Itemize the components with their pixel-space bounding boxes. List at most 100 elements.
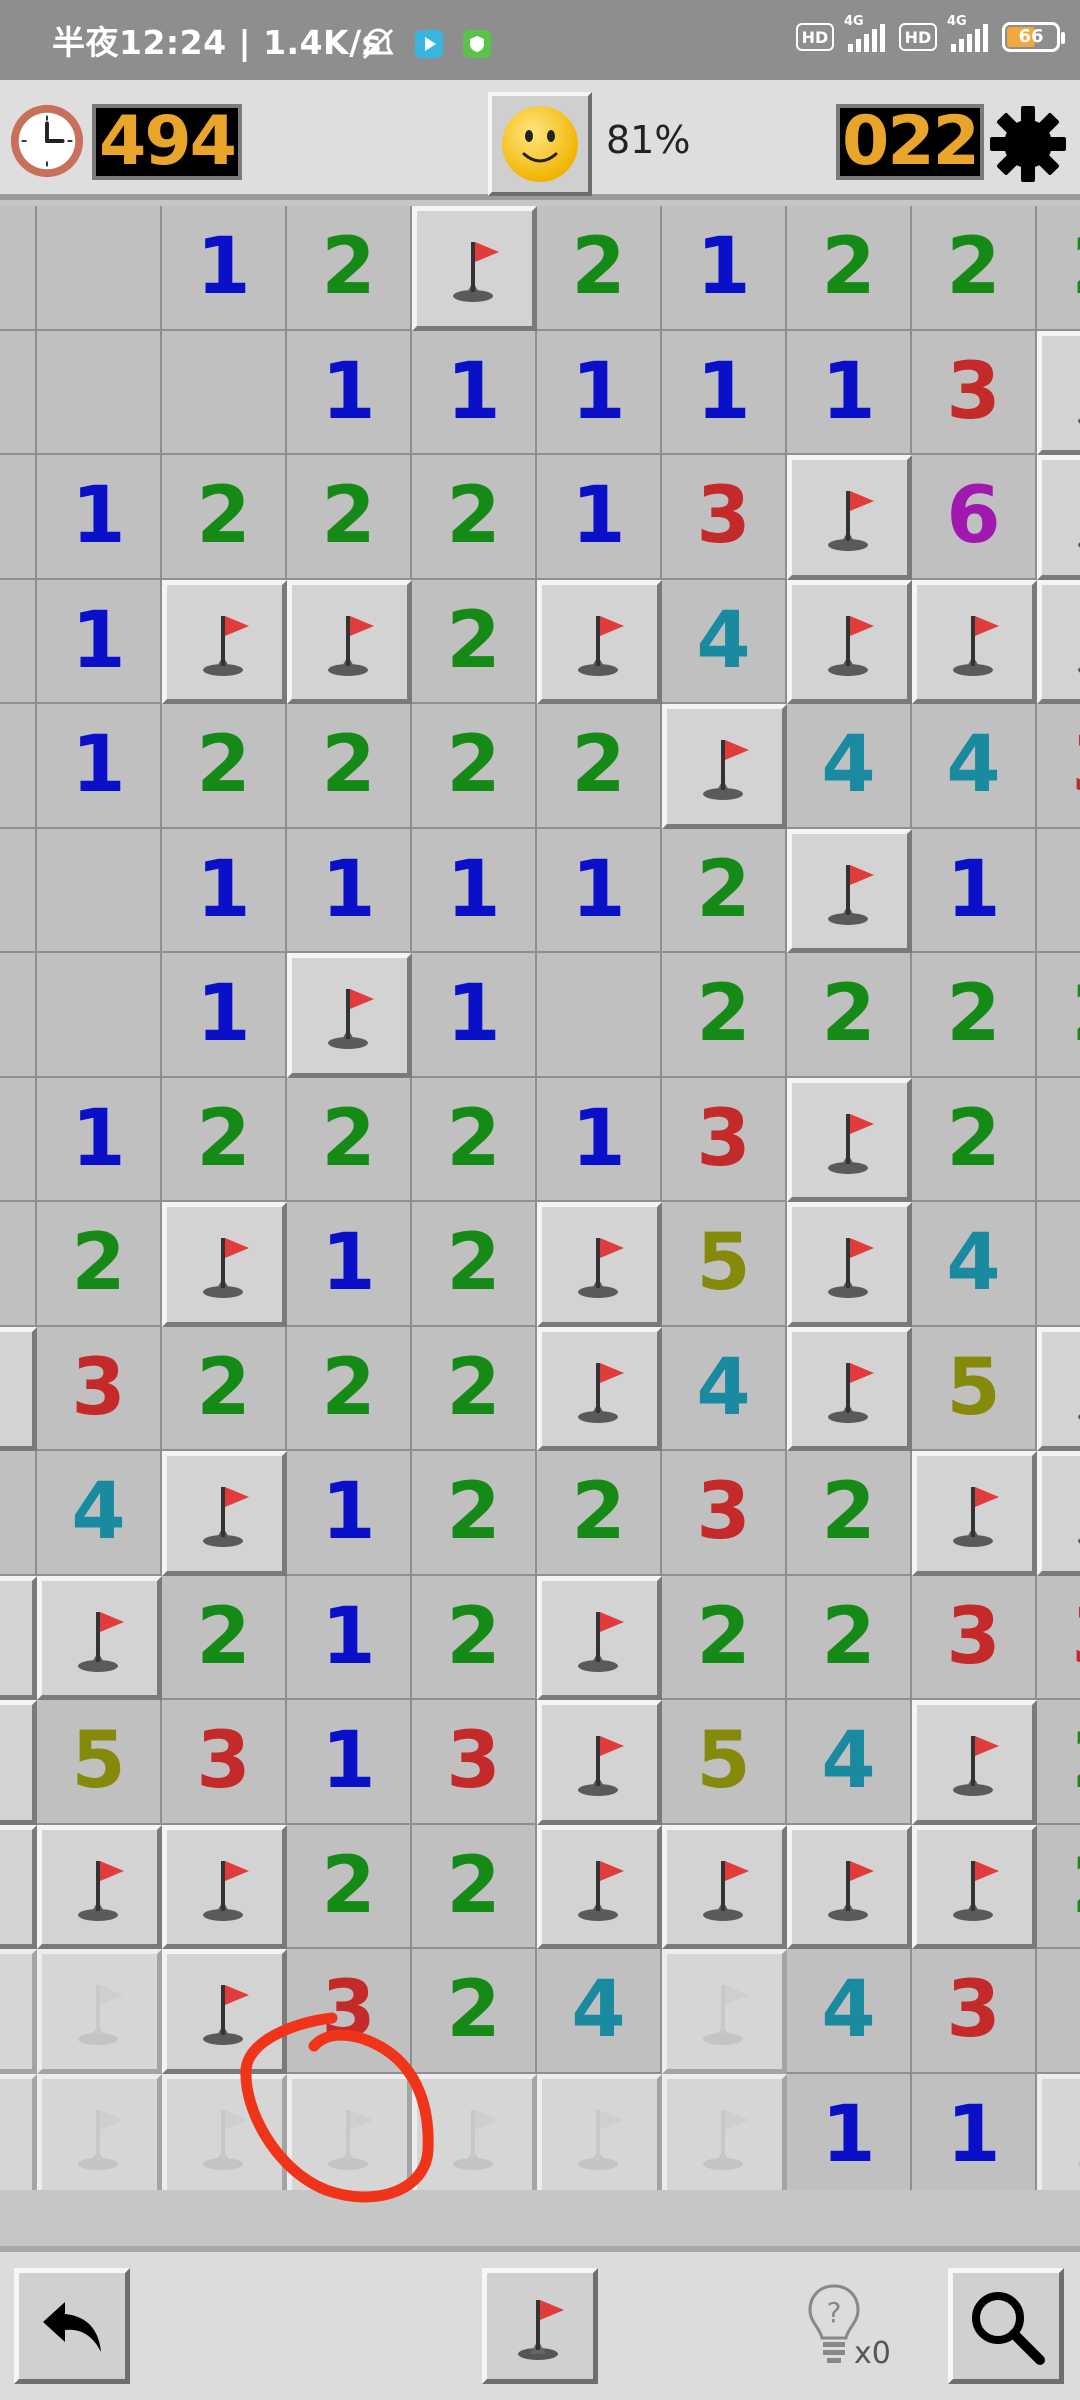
number-cell[interactable]: 3 xyxy=(912,330,1037,455)
number-cell[interactable]: 3 xyxy=(1037,1575,1080,1700)
flagged-cell[interactable] xyxy=(0,1700,37,1825)
empty-cell[interactable] xyxy=(0,704,37,829)
number-cell[interactable]: 1 xyxy=(37,704,162,829)
flagged-cell[interactable] xyxy=(162,1451,287,1576)
flagged-cell[interactable] xyxy=(537,1326,662,1451)
number-cell[interactable]: 2 xyxy=(162,1077,287,1202)
number-cell[interactable]: 1 xyxy=(162,828,287,953)
flagged-cell[interactable] xyxy=(912,1824,1037,1949)
number-cell[interactable]: 5 xyxy=(662,1202,787,1327)
number-cell[interactable]: 1 xyxy=(37,579,162,704)
empty-cell[interactable] xyxy=(37,953,162,1078)
flagged-cell[interactable] xyxy=(37,1824,162,1949)
number-cell[interactable]: 2 xyxy=(162,1326,287,1451)
number-cell[interactable]: 4 xyxy=(912,1202,1037,1327)
number-cell[interactable]: 1 xyxy=(537,1077,662,1202)
flagged-cell[interactable] xyxy=(787,579,912,704)
number-cell[interactable]: 2 xyxy=(787,953,912,1078)
number-cell[interactable]: 1 xyxy=(37,1077,162,1202)
empty-cell[interactable] xyxy=(0,206,37,331)
number-cell[interactable]: 1 xyxy=(787,330,912,455)
number-cell[interactable]: 3 xyxy=(162,1700,287,1825)
empty-cell[interactable] xyxy=(37,330,162,455)
unrevealed-cell[interactable] xyxy=(0,1949,37,2074)
number-cell[interactable]: 2 xyxy=(412,1451,537,1576)
number-cell[interactable]: 2 xyxy=(412,1077,537,1202)
number-cell[interactable]: 1 xyxy=(37,455,162,580)
flagged-cell[interactable] xyxy=(537,1700,662,1825)
number-cell[interactable]: 3 xyxy=(412,1700,537,1825)
number-cell[interactable]: 2 xyxy=(1037,206,1080,331)
number-cell[interactable]: 4 xyxy=(537,1949,662,2074)
number-cell[interactable]: 4 xyxy=(662,579,787,704)
number-cell[interactable]: 4 xyxy=(37,1451,162,1576)
flagged-cell[interactable] xyxy=(912,1700,1037,1825)
number-cell[interactable]: 3 xyxy=(662,455,787,580)
number-cell[interactable]: 2 xyxy=(37,1202,162,1327)
empty-cell[interactable] xyxy=(0,828,37,953)
number-cell[interactable]: 2 xyxy=(412,704,537,829)
empty-cell[interactable] xyxy=(0,1077,37,1202)
empty-cell[interactable] xyxy=(162,330,287,455)
number-cell[interactable]: 2 xyxy=(287,206,412,331)
number-cell[interactable]: 4 xyxy=(662,1326,787,1451)
number-cell[interactable]: 3 xyxy=(662,1451,787,1576)
unrevealed-cell[interactable] xyxy=(412,2073,537,2190)
number-cell[interactable]: 2 xyxy=(412,1202,537,1327)
number-cell[interactable]: 2 xyxy=(1037,953,1080,1078)
number-cell[interactable]: 5 xyxy=(912,1326,1037,1451)
empty-cell[interactable] xyxy=(0,1202,37,1327)
number-cell[interactable]: 1 xyxy=(287,828,412,953)
number-cell[interactable]: 1 xyxy=(287,1700,412,1825)
number-cell[interactable]: 1 xyxy=(162,206,287,331)
empty-cell[interactable] xyxy=(1037,1077,1080,1202)
number-cell[interactable]: 1 xyxy=(662,330,787,455)
number-cell[interactable]: 2 xyxy=(412,455,537,580)
flagged-cell[interactable] xyxy=(537,1824,662,1949)
flagged-cell[interactable] xyxy=(1037,579,1080,704)
number-cell[interactable]: 2 xyxy=(662,1575,787,1700)
flagged-cell[interactable] xyxy=(537,1575,662,1700)
number-cell[interactable]: 1 xyxy=(287,1451,412,1576)
number-cell[interactable]: 1 xyxy=(287,1575,412,1700)
flagged-cell[interactable] xyxy=(537,1202,662,1327)
number-cell[interactable]: 3 xyxy=(1037,704,1080,829)
unrevealed-cell[interactable] xyxy=(162,2073,287,2190)
empty-cell[interactable] xyxy=(0,330,37,455)
number-cell[interactable]: 3 xyxy=(662,1077,787,1202)
empty-cell[interactable] xyxy=(0,1451,37,1576)
number-cell[interactable]: 1 xyxy=(412,953,537,1078)
flagged-cell[interactable] xyxy=(0,1824,37,1949)
number-cell[interactable]: 2 xyxy=(1037,1700,1080,1825)
flag-mode-button[interactable] xyxy=(482,2268,598,2384)
number-cell[interactable]: 2 xyxy=(662,953,787,1078)
number-cell[interactable]: 2 xyxy=(537,206,662,331)
flagged-cell[interactable] xyxy=(787,828,912,953)
number-cell[interactable]: 1 xyxy=(537,828,662,953)
flagged-cell[interactable] xyxy=(1037,1451,1080,1576)
empty-cell[interactable] xyxy=(37,828,162,953)
unrevealed-cell[interactable] xyxy=(537,2073,662,2190)
flagged-cell[interactable] xyxy=(912,1451,1037,1576)
flagged-cell[interactable] xyxy=(787,1326,912,1451)
flagged-cell[interactable] xyxy=(912,579,1037,704)
gear-icon[interactable] xyxy=(988,104,1068,184)
number-cell[interactable]: 1 xyxy=(662,206,787,331)
number-cell[interactable]: 4 xyxy=(787,704,912,829)
number-cell[interactable]: 6 xyxy=(912,455,1037,580)
number-cell[interactable]: 2 xyxy=(412,1949,537,2074)
flagged-cell[interactable] xyxy=(1037,1326,1080,1451)
number-cell[interactable]: 4 xyxy=(912,704,1037,829)
number-cell[interactable]: 2 xyxy=(912,953,1037,1078)
flagged-cell[interactable] xyxy=(787,1824,912,1949)
number-cell[interactable]: 5 xyxy=(37,1700,162,1825)
number-cell[interactable]: 2 xyxy=(287,704,412,829)
flagged-cell[interactable] xyxy=(537,579,662,704)
empty-cell[interactable] xyxy=(537,953,662,1078)
number-cell[interactable]: 2 xyxy=(912,206,1037,331)
flagged-cell[interactable] xyxy=(162,1202,287,1327)
flagged-cell[interactable] xyxy=(37,1575,162,1700)
empty-cell[interactable] xyxy=(0,579,37,704)
new-game-smiley-button[interactable] xyxy=(488,92,592,196)
flagged-cell[interactable] xyxy=(0,1326,37,1451)
